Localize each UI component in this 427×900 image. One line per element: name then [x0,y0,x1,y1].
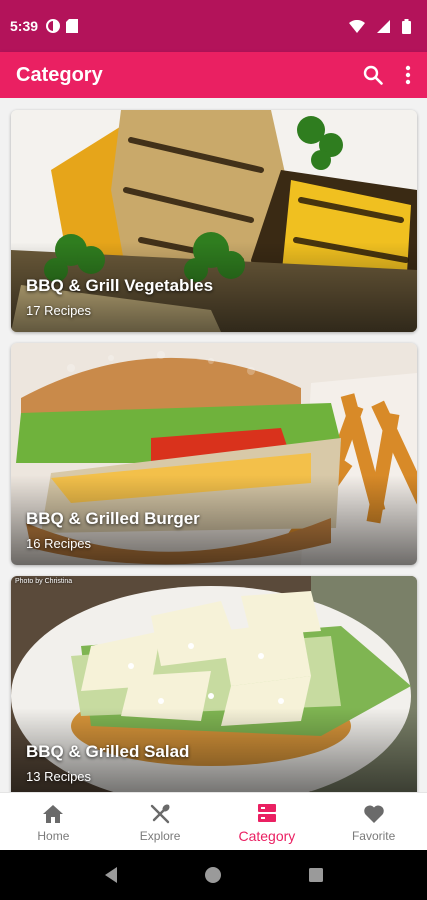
sd-card-icon [66,19,79,33]
home-icon [42,801,64,827]
card-title: BBQ & Grilled Burger [26,509,200,528]
nav-item-explore[interactable]: Explore [107,793,214,850]
card-recipe-count: 13 Recipes [26,769,92,784]
photo-credit: Photo by Christina [15,578,73,585]
fork-knife-icon [149,801,171,827]
more-options-icon[interactable] [405,65,411,85]
category-icon [257,800,277,826]
data-saver-icon [46,19,61,33]
app-bar: Category [0,52,427,98]
page-title: Category [16,63,103,86]
status-bar: 5:39 [0,0,427,52]
category-card-vegetables[interactable]: BBQ & Grill Vegetables 17 Recipes [11,110,417,332]
app-bar-actions [363,65,411,85]
card-recipe-count: 16 Recipes [26,536,92,551]
card-recipe-count: 17 Recipes [26,303,92,318]
nav-label: Favorite [351,828,396,843]
battery-icon [402,18,411,34]
search-icon[interactable] [363,65,383,85]
system-navigation-bar [0,850,427,900]
nav-item-favorite[interactable]: Favorite [320,793,427,850]
nav-item-home[interactable]: Home [0,793,107,850]
category-card-burger[interactable]: BBQ & Grilled Burger 16 Recipes [11,343,417,565]
nav-item-category[interactable]: Category [214,793,321,850]
cell-signal-icon [377,19,390,33]
category-card-salad[interactable]: Photo by Christina BBQ & Grilled Salad 1… [11,576,417,792]
back-icon[interactable] [103,866,119,884]
category-list: BBQ & Grill Vegetables 17 Recipes BBQ & … [0,98,427,792]
recents-icon[interactable] [308,867,324,883]
heart-icon [363,801,385,827]
nav-label: Explore [139,828,181,843]
nav-label: Home [37,828,70,843]
bottom-navigation: Home Explore Category Favorite [0,792,427,850]
wifi-icon [349,19,365,33]
status-right-icons [349,18,417,34]
status-time: 5:39 [10,18,39,34]
home-circle-icon[interactable] [204,866,222,884]
nav-label: Category [238,827,296,844]
card-title: BBQ & Grill Vegetables [26,276,214,295]
card-title: BBQ & Grilled Salad [26,742,190,761]
